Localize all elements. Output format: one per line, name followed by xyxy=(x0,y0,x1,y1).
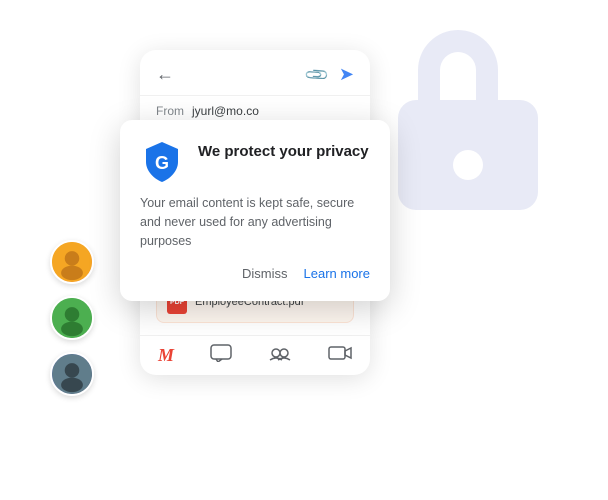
popup-body: Your email content is kept safe, secure … xyxy=(140,194,370,250)
bottom-nav: M xyxy=(140,335,370,375)
video-nav-icon[interactable] xyxy=(328,344,352,367)
g-shield-icon: G xyxy=(140,140,184,184)
avatar-1 xyxy=(50,240,94,284)
svg-text:G: G xyxy=(155,153,169,173)
avatar-2 xyxy=(50,296,94,340)
from-label: From xyxy=(156,104,184,118)
avatars-list xyxy=(50,240,94,396)
lock-body xyxy=(398,100,538,210)
send-button[interactable]: ➤ xyxy=(339,64,354,85)
learn-more-button[interactable]: Learn more xyxy=(304,266,370,281)
gmail-nav-icon[interactable]: M xyxy=(158,345,174,366)
popup-actions: Dismiss Learn more xyxy=(140,266,370,281)
meet-nav-icon[interactable] xyxy=(268,344,292,367)
popup-header: G We protect your privacy xyxy=(140,140,370,184)
privacy-popup: G We protect your privacy Your email con… xyxy=(120,120,390,301)
popup-title: We protect your privacy xyxy=(198,140,369,162)
dismiss-button[interactable]: Dismiss xyxy=(242,266,288,281)
lock-decoration xyxy=(388,30,548,210)
lock-keyhole xyxy=(453,150,483,180)
header-actions: 📎 ➤ xyxy=(307,64,354,85)
avatar-3 xyxy=(50,352,94,396)
lock-shackle xyxy=(418,30,498,110)
email-header: ← 📎 ➤ xyxy=(140,50,370,96)
back-button[interactable]: ← xyxy=(156,64,174,85)
scene: ← 📎 ➤ From jyurl@mo.co See Just Bloomed … xyxy=(0,0,608,500)
from-email-value: jyurl@mo.co xyxy=(192,104,259,118)
attachment-icon: 📎 xyxy=(303,60,331,88)
chat-nav-icon[interactable] xyxy=(210,344,232,367)
